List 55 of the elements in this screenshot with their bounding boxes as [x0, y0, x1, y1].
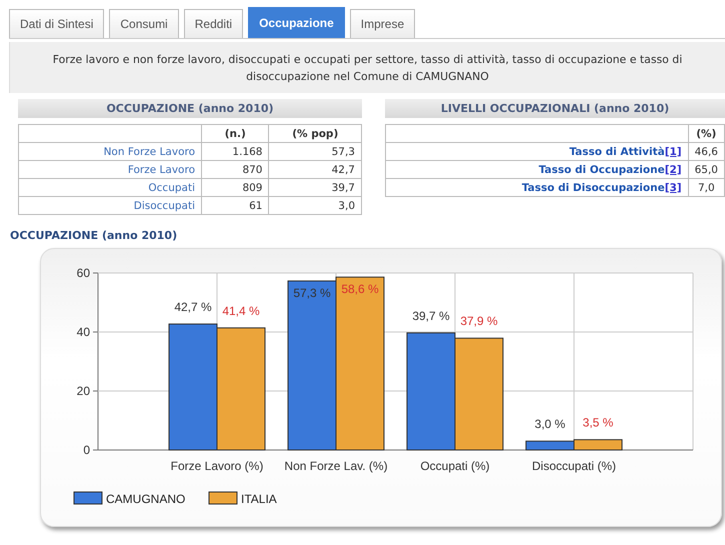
table-cell: 870	[202, 160, 269, 178]
row-label: Tasso di Occupazione[2]	[386, 160, 688, 178]
data-label: 39,7 %	[412, 308, 450, 323]
legend-label: ITALIA	[241, 492, 277, 506]
footnote-link[interactable]: [1]	[664, 146, 682, 158]
category-label: Forze Lavoro (%)	[170, 459, 264, 473]
table-cell: 46,6	[688, 142, 724, 160]
table-cell: 39,7	[268, 178, 362, 196]
tab[interactable]: Imprese	[350, 9, 416, 38]
legend-swatch	[74, 492, 102, 504]
row-label: Forze Lavoro	[18, 160, 202, 178]
table-cell: 65,0	[688, 160, 724, 178]
table-cell: 3,0	[268, 196, 362, 214]
table-cell: 42,7	[268, 160, 362, 178]
table-title: LIVELLI OCCUPAZIONALI (anno 2010)	[385, 99, 725, 118]
table-cell: 57,3	[268, 142, 362, 160]
category-label: Occupati (%)	[420, 459, 490, 473]
table-cell: 809	[202, 178, 269, 196]
axis-tick-label: 40	[76, 325, 90, 339]
data-label: 58,6 %	[341, 282, 379, 296]
legend-label: CAMUGNANO	[106, 492, 186, 506]
table-title: OCCUPAZIONE (anno 2010)	[18, 99, 362, 118]
table-cell: 7,0	[688, 178, 724, 196]
tab[interactable]: Occupazione	[248, 7, 345, 38]
table-cell: 61	[202, 196, 269, 214]
row-label: Tasso di Disoccupazione[3]	[386, 178, 688, 196]
row-label: Tasso di Attività[1]	[386, 142, 688, 160]
column-header: (%)	[688, 124, 724, 142]
description-text: Forze lavoro e non forze lavoro, disoccupati e occupati per settore, tasso di attività, tasso di occupazione e tasso di disoccupazione nel Comune di CAMUGNANO	[52, 52, 684, 85]
row-label: Occupati	[18, 178, 202, 196]
footnote-link[interactable]: [2]	[664, 164, 682, 176]
category-label: Non Forze Lav. (%)	[284, 459, 388, 473]
tab[interactable]: Dati di Sintesi	[9, 9, 104, 38]
column-header: (% pop)	[268, 124, 362, 142]
table-cell: 1.168	[202, 142, 269, 160]
axis-tick-label: 20	[76, 384, 90, 398]
data-label: 37,9 %	[460, 314, 498, 328]
tab[interactable]: Consumi	[109, 9, 179, 38]
axis-tick-label: 60	[76, 266, 90, 280]
bar	[574, 439, 622, 450]
row-label: Disoccupati	[18, 196, 202, 214]
column-header: (n.)	[202, 124, 269, 142]
data-label: 3,0 %	[534, 417, 566, 432]
data-label: 41,4 %	[222, 304, 260, 318]
bar	[526, 440, 574, 450]
data-label: 57,3 %	[293, 286, 331, 300]
data-label: 3,5 %	[582, 416, 614, 430]
legend-swatch	[208, 492, 238, 504]
axis-tick-label: 0	[83, 443, 90, 457]
data-label: 42,7 %	[174, 300, 212, 314]
tab[interactable]: Redditi	[184, 9, 244, 38]
category-label: Disoccupati (%)	[532, 459, 616, 473]
row-label: Non Forze Lavoro	[18, 142, 202, 160]
footnote-link[interactable]: [3]	[664, 182, 682, 194]
chart-title: OCCUPAZIONE (anno 2010)	[9, 229, 178, 242]
